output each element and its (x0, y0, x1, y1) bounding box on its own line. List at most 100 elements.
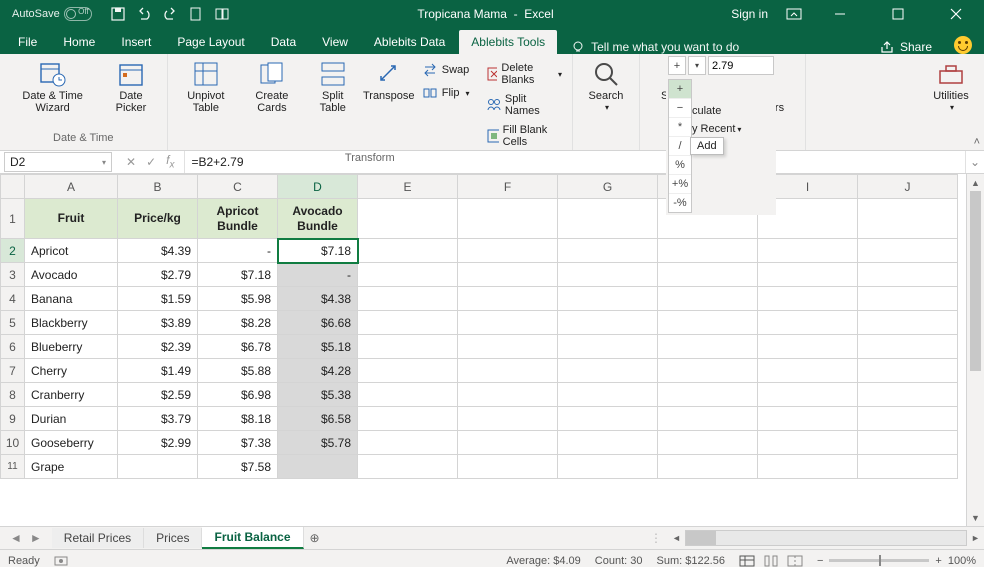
tab-ablebits-data[interactable]: Ablebits Data (362, 30, 457, 54)
undo-icon[interactable] (136, 6, 152, 22)
swap-button[interactable]: Swap (420, 60, 472, 80)
tab-ablebits-tools[interactable]: Ablebits Tools (459, 30, 557, 54)
formula-input[interactable]: =B2+2.79 (185, 151, 965, 173)
utilities-button[interactable]: Utilities▾ (926, 58, 976, 115)
sign-in-link[interactable]: Sign in (731, 7, 768, 21)
group-label-datetime: Date & Time (53, 130, 114, 146)
tab-view[interactable]: View (310, 30, 360, 54)
save-icon[interactable] (110, 6, 126, 22)
scroll-right-icon[interactable]: ► (967, 533, 984, 543)
macro-rec-icon[interactable] (54, 555, 68, 567)
delete-blanks-button[interactable]: Delete Blanks▾ (484, 60, 564, 88)
tab-home[interactable]: Home (51, 30, 107, 54)
tab-data[interactable]: Data (259, 30, 308, 54)
op-mul[interactable]: * (669, 118, 691, 137)
page-layout-view-icon[interactable] (763, 555, 779, 567)
redo-icon[interactable] (162, 6, 178, 22)
scroll-thumb[interactable] (970, 191, 981, 371)
flip-button[interactable]: Flip▾ (420, 83, 472, 103)
zoom-out-icon[interactable]: − (817, 555, 823, 567)
op-dropdown-button[interactable]: ▾ (688, 56, 706, 75)
split-names-icon (486, 97, 501, 113)
ribbon-options-icon[interactable] (786, 8, 802, 20)
select-all[interactable] (1, 175, 25, 199)
maximize-button[interactable] (878, 0, 918, 28)
group-transform: Unpivot Table Create Cards Split Table T… (168, 54, 573, 150)
table-row[interactable]: 3Avocado$2.79$7.18- (1, 263, 958, 287)
table-row[interactable]: 11Grape$7.58 (1, 455, 958, 479)
fill-blank-cells-button[interactable]: Fill Blank Cells (484, 122, 564, 150)
table-row[interactable]: 4Banana$1.59$5.98$4.38 (1, 287, 958, 311)
zoom-control[interactable]: − + 100% (817, 555, 976, 567)
expand-fx-icon[interactable]: ⌄ (965, 151, 984, 173)
calendar-clock-icon (39, 60, 67, 88)
date-time-wizard-button[interactable]: Date & Time Wizard (8, 58, 97, 116)
toggle-off-icon[interactable]: Off (64, 7, 92, 21)
create-cards-button[interactable]: Create Cards (242, 58, 302, 116)
op-pct[interactable]: % (669, 156, 691, 175)
table-row[interactable]: 9Durian$3.79$8.18$6.58 (1, 407, 958, 431)
zoom-slider[interactable] (829, 559, 929, 562)
op-div[interactable]: / (669, 137, 691, 156)
fx-icon[interactable]: fx (166, 153, 174, 170)
share-button[interactable]: Share (870, 40, 942, 54)
grid[interactable]: ABCDEFGHIJ 1 Fruit Price/kg Apricot Bund… (0, 174, 958, 479)
op-list: + − * / % +% -% (668, 79, 692, 213)
add-sheet-button[interactable]: ⊕ (304, 527, 326, 549)
table-row[interactable]: 10Gooseberry$2.99$7.38$5.78 (1, 431, 958, 455)
header-row[interactable]: 1 Fruit Price/kg Apricot Bundle Avocado … (1, 199, 958, 239)
autosave-toggle[interactable]: AutoSave Off (4, 7, 100, 21)
table-row[interactable]: 5Blackberry$3.89$8.28$6.68 (1, 311, 958, 335)
date-picker-button[interactable]: Date Picker (103, 58, 158, 116)
minimize-button[interactable] (820, 0, 860, 28)
close-button[interactable] (936, 0, 976, 28)
feedback-icon[interactable] (954, 36, 972, 54)
unpivot-table-button[interactable]: Unpivot Table (176, 58, 236, 116)
sheet-tab-retail[interactable]: Retail Prices (52, 528, 144, 548)
title-bar: AutoSave Off Tropicana Mama - Excel Sign… (0, 0, 984, 28)
touch-icon[interactable] (214, 6, 230, 22)
cancel-formula-icon[interactable]: ✕ (126, 155, 136, 169)
zoom-in-icon[interactable]: + (935, 555, 941, 567)
op-plus[interactable]: + (669, 80, 691, 99)
sheet-nav-prev-icon[interactable]: ◄ (10, 531, 22, 545)
vertical-scrollbar[interactable]: ▲ ▼ (966, 174, 984, 526)
column-headers[interactable]: ABCDEFGHIJ (1, 175, 958, 199)
sheet-tab-prices[interactable]: Prices (144, 528, 202, 548)
status-average: Average: $4.09 (506, 555, 580, 567)
transpose-button[interactable]: Transpose (364, 58, 414, 104)
calendar-icon (117, 60, 145, 88)
scroll-up-icon[interactable]: ▲ (967, 174, 984, 191)
op-minus[interactable]: − (669, 99, 691, 118)
split-names-button[interactable]: Split Names (484, 91, 564, 119)
op-plus-selector[interactable]: + (668, 56, 686, 75)
hscroll-thumb[interactable] (686, 531, 716, 545)
status-bar: Ready Average: $4.09 Count: 30 Sum: $122… (0, 549, 984, 567)
table-row[interactable]: 6Blueberry$2.39$6.78$5.18 (1, 335, 958, 359)
split-table-button[interactable]: Split Table (308, 58, 358, 116)
sheet-tab-fruit-balance[interactable]: Fruit Balance (202, 527, 303, 549)
tell-me[interactable]: Tell me what you want to do (559, 40, 751, 54)
new-icon[interactable] (188, 6, 204, 22)
tab-insert[interactable]: Insert (109, 30, 163, 54)
op-ppct[interactable]: +% (669, 175, 691, 194)
table-row[interactable]: 8Cranberry$2.59$6.98$5.38 (1, 383, 958, 407)
tab-file[interactable]: File (6, 30, 49, 54)
page-break-view-icon[interactable] (787, 555, 803, 567)
search-button[interactable]: Search▾ (581, 58, 631, 115)
calc-value-input[interactable] (708, 56, 774, 75)
op-mpct[interactable]: -% (669, 194, 691, 212)
table-row[interactable]: 2Apricot$4.39-$7.18 (1, 239, 958, 263)
horizontal-scrollbar[interactable]: ⋮ ◄ ► (644, 530, 984, 546)
sheet-nav-next-icon[interactable]: ► (30, 531, 42, 545)
scroll-down-icon[interactable]: ▼ (967, 509, 984, 526)
scroll-left-icon[interactable]: ◄ (668, 533, 685, 543)
normal-view-icon[interactable] (739, 555, 755, 567)
zoom-level[interactable]: 100% (948, 555, 976, 567)
accept-formula-icon[interactable]: ✓ (146, 155, 156, 169)
tab-page-layout[interactable]: Page Layout (165, 30, 256, 54)
table-row[interactable]: 7Cherry$1.49$5.88$4.28 (1, 359, 958, 383)
status-count: Count: 30 (595, 555, 643, 567)
name-box[interactable]: D2▾ (4, 152, 112, 172)
ribbon-collapse[interactable]: ˄ (974, 136, 980, 148)
